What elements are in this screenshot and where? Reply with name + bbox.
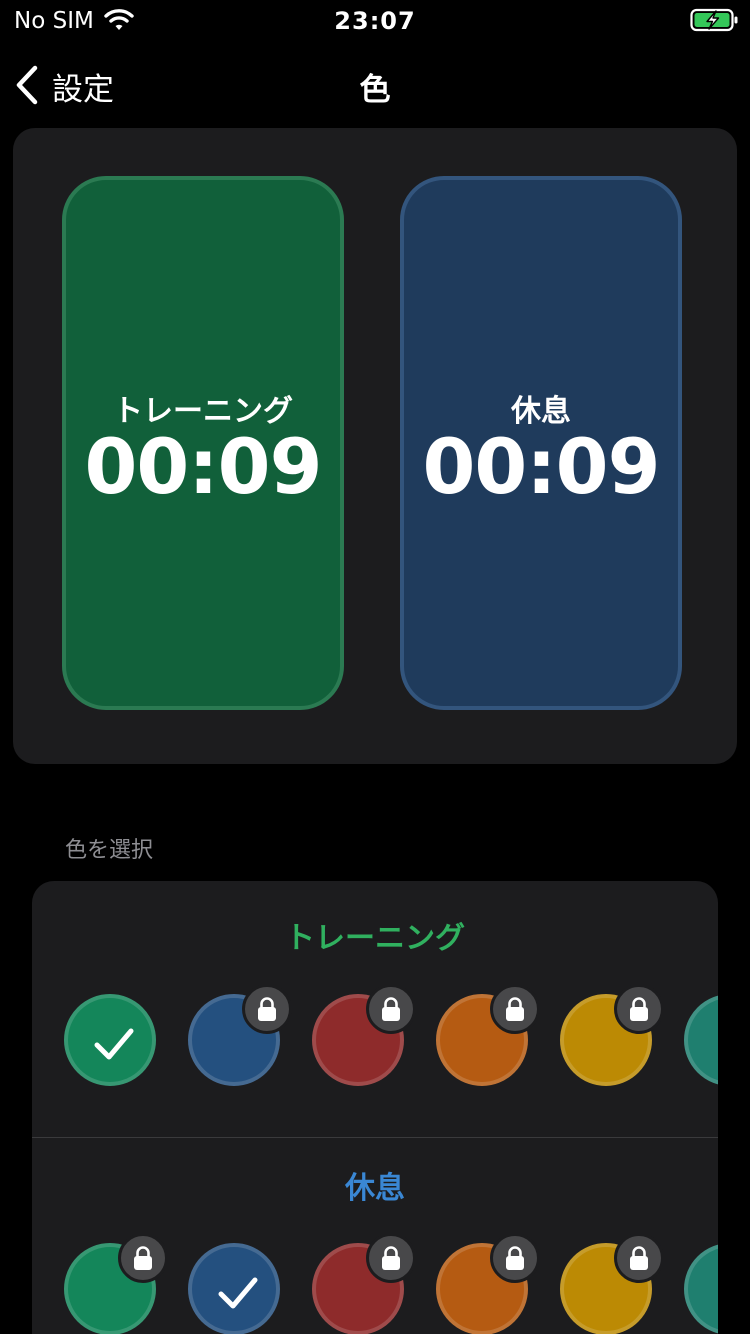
training-preview-time: 00:09 — [84, 422, 323, 511]
lock-icon[interactable] — [614, 984, 664, 1034]
status-bar: No SIM 23:07 — [0, 0, 750, 40]
lock-icon[interactable] — [490, 1233, 540, 1283]
training-swatch-teal[interactable] — [684, 994, 718, 1086]
checkmark-icon — [217, 1275, 259, 1315]
lock-icon[interactable] — [366, 984, 416, 1034]
section-header: 色を選択 — [65, 838, 154, 863]
battery-charging-icon — [690, 8, 740, 36]
lock-icon[interactable] — [614, 1233, 664, 1283]
page-title: 色 — [359, 72, 391, 108]
training-row-title: トレーニング — [285, 921, 465, 956]
rest-swatch-teal[interactable] — [684, 1243, 718, 1334]
rest-swatch-blue[interactable] — [188, 1243, 280, 1334]
navigation-bar: 設定 色 — [0, 48, 750, 120]
divider — [32, 1137, 718, 1138]
rest-row-title: 休息 — [345, 1171, 405, 1206]
rest-preview: 休息 00:09 — [400, 176, 682, 710]
training-preview: トレーニング 00:09 — [62, 176, 344, 710]
checkmark-icon — [93, 1026, 135, 1066]
rest-preview-time: 00:09 — [422, 422, 661, 511]
lock-icon[interactable] — [242, 984, 292, 1034]
lock-icon[interactable] — [118, 1233, 168, 1283]
clock: 23:07 — [334, 7, 416, 35]
lock-icon[interactable] — [490, 984, 540, 1034]
training-swatch-green[interactable] — [64, 994, 156, 1086]
preview-card: トレーニング 00:09 休息 00:09 — [13, 128, 737, 764]
color-picker-card: トレーニング 休息 — [32, 881, 718, 1334]
lock-icon[interactable] — [366, 1233, 416, 1283]
